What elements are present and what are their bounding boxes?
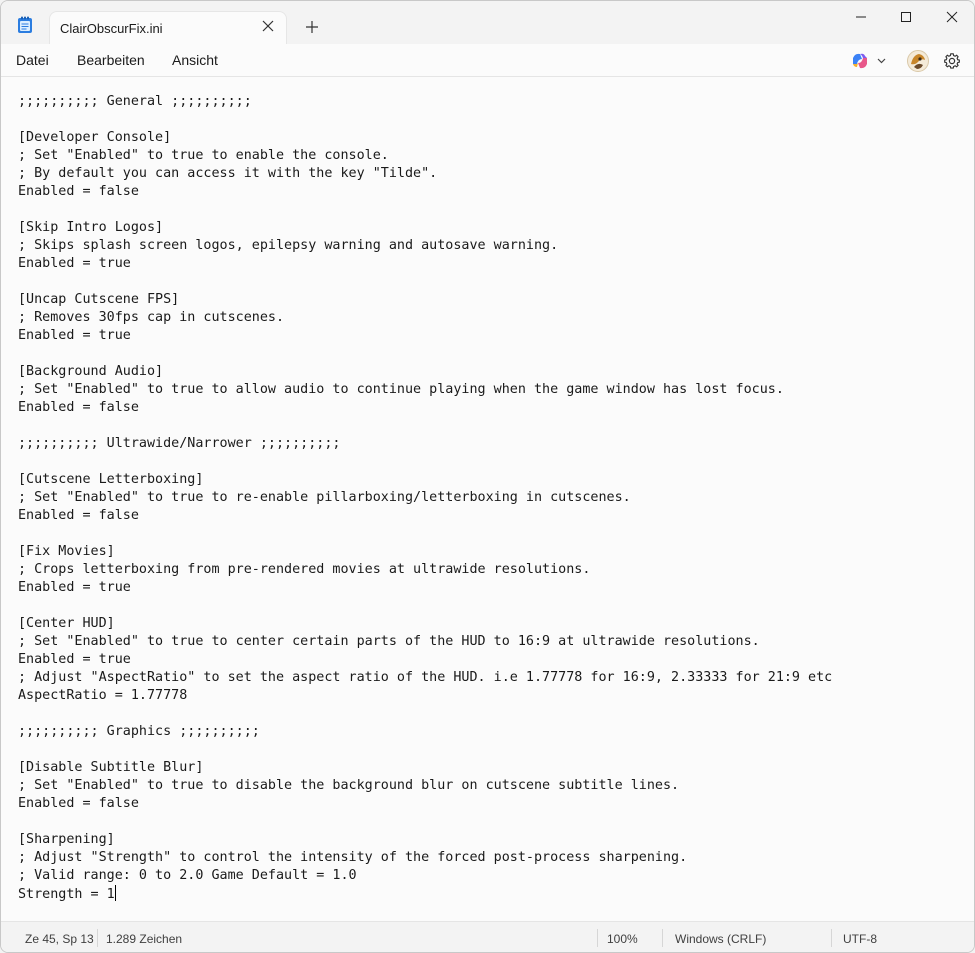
editor-line: Enabled = false xyxy=(18,184,139,199)
notepad-window: ClairObscurFix.ini Datei Bearbeiten Ansi… xyxy=(0,0,975,953)
editor-line: ; Set "Enabled" to true to re-enable pil… xyxy=(18,490,631,505)
close-tab-icon[interactable] xyxy=(260,18,276,34)
close-window-icon[interactable] xyxy=(942,7,962,27)
editor-line: [Developer Console] xyxy=(18,130,172,145)
new-tab-plus-icon[interactable] xyxy=(303,18,321,36)
character-count: 1.289 Zeichen xyxy=(106,932,183,946)
editor-line: Enabled = true xyxy=(18,652,131,667)
editor-line: [Disable Subtitle Blur] xyxy=(18,760,204,775)
title-bar: ClairObscurFix.ini xyxy=(1,1,974,44)
menu-bar: Datei Bearbeiten Ansicht xyxy=(1,44,974,77)
editor-line: Strength = 1 xyxy=(18,885,116,902)
editor-line: AspectRatio = 1.77778 xyxy=(18,688,188,703)
editor-line: Enabled = false xyxy=(18,796,139,811)
editor-line: ; Set "Enabled" to true to allow audio t… xyxy=(18,382,784,397)
status-separator xyxy=(831,929,832,947)
cursor-position: Ze 45, Sp 13 xyxy=(25,932,94,946)
gear-icon[interactable] xyxy=(943,50,961,72)
menu-bearbeiten[interactable]: Bearbeiten xyxy=(77,52,145,68)
text-caret xyxy=(114,885,116,901)
line-ending[interactable]: Windows (CRLF) xyxy=(675,932,766,946)
editor-line: [Skip Intro Logos] xyxy=(18,220,164,235)
zoom-level[interactable]: 100% xyxy=(607,932,638,946)
editor-line: ;;;;;;;;;; General ;;;;;;;;;; xyxy=(18,94,252,109)
editor-line: Enabled = true xyxy=(18,256,131,271)
maximize-icon[interactable] xyxy=(896,7,916,27)
editor-line: Enabled = false xyxy=(18,400,139,415)
editor-line: [Cutscene Letterboxing] xyxy=(18,472,204,487)
editor-line: ; By default you can access it with the … xyxy=(18,166,438,181)
editor-line: ; Set "Enabled" to true to disable the b… xyxy=(18,778,680,793)
copilot-button[interactable] xyxy=(850,50,890,72)
editor-line: [Fix Movies] xyxy=(18,544,115,559)
editor-line: ;;;;;;;;;; Ultrawide/Narrower ;;;;;;;;;; xyxy=(18,436,341,451)
editor-line: [Sharpening] xyxy=(18,832,115,847)
editor-line: Enabled = false xyxy=(18,508,139,523)
notepad-icon xyxy=(17,16,33,34)
menu-ansicht[interactable]: Ansicht xyxy=(172,52,218,68)
editor-line: Enabled = true xyxy=(18,328,131,343)
editor-line: ; Skips splash screen logos, epilepsy wa… xyxy=(18,238,559,253)
editor-line: ; Adjust "Strength" to control the inten… xyxy=(18,850,688,865)
editor-line: ; Adjust "AspectRatio" to set the aspect… xyxy=(18,670,833,685)
text-editor[interactable]: ;;;;;;;;;; General ;;;;;;;;;; [Developer … xyxy=(1,77,974,921)
editor-line: [Background Audio] xyxy=(18,364,164,379)
editor-line: [Center HUD] xyxy=(18,616,115,631)
encoding[interactable]: UTF-8 xyxy=(843,932,877,946)
status-bar: Ze 45, Sp 13 1.289 Zeichen 100% Windows … xyxy=(1,921,974,952)
editor-content[interactable]: ;;;;;;;;;; General ;;;;;;;;;; [Developer … xyxy=(18,93,964,903)
tab-title: ClairObscurFix.ini xyxy=(60,21,163,36)
status-separator xyxy=(662,929,663,947)
editor-line: ; Valid range: 0 to 2.0 Game Default = 1… xyxy=(18,868,357,883)
editor-line: Enabled = true xyxy=(18,580,131,595)
tab-document[interactable]: ClairObscurFix.ini xyxy=(49,11,287,44)
editor-line: ; Crops letterboxing from pre-rendered m… xyxy=(18,562,591,577)
status-separator xyxy=(97,929,98,947)
editor-line: ;;;;;;;;;; Graphics ;;;;;;;;;; xyxy=(18,724,260,739)
editor-line: ; Removes 30fps cap in cutscenes. xyxy=(18,310,285,325)
editor-line: ; Set "Enabled" to true to enable the co… xyxy=(18,148,389,163)
editor-line: [Uncap Cutscene FPS] xyxy=(18,292,180,307)
status-separator xyxy=(597,929,598,947)
profile-avatar[interactable] xyxy=(907,50,929,72)
minimize-icon[interactable] xyxy=(851,7,871,27)
editor-line: ; Set "Enabled" to true to center certai… xyxy=(18,634,760,649)
menu-datei[interactable]: Datei xyxy=(16,52,49,68)
